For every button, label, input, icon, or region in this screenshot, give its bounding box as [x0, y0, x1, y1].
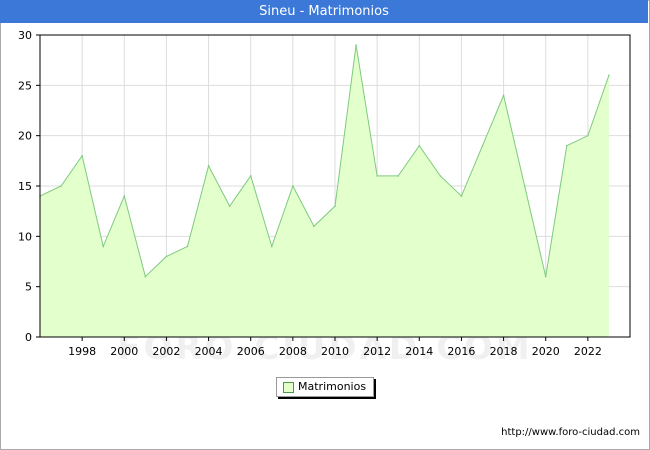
x-tick-label: 2000	[110, 345, 138, 358]
data-point	[481, 144, 484, 147]
data-point	[523, 185, 526, 187]
y-tick-label: 5	[25, 281, 32, 294]
data-point	[460, 195, 463, 197]
x-tick-label: 2018	[490, 345, 518, 358]
legend-swatch	[283, 382, 294, 393]
source-url: http://www.foro-ciudad.com	[501, 427, 640, 438]
x-tick-label: 2010	[321, 345, 349, 358]
data-point	[376, 175, 378, 177]
x-tick-label: 2022	[574, 345, 602, 358]
data-point	[249, 175, 252, 177]
y-tick-label: 30	[18, 29, 32, 42]
data-point	[439, 175, 442, 177]
x-tick-label: 2012	[363, 345, 391, 358]
data-point	[165, 255, 168, 258]
y-tick-label: 25	[18, 79, 32, 92]
data-point	[587, 134, 589, 137]
data-point	[502, 94, 505, 97]
x-tick-label: 2004	[195, 345, 223, 358]
y-tick-label: 15	[18, 180, 32, 193]
data-point	[565, 144, 568, 147]
data-point	[313, 225, 315, 228]
y-tick-label: 20	[18, 130, 32, 143]
data-point	[418, 144, 421, 147]
x-tick-label: 2020	[532, 345, 560, 358]
x-tick-labels: 1998 2000 2002 2004 2006 2008 2010 2012 2014 2016…	[68, 345, 602, 358]
series-area-fill	[40, 45, 609, 338]
data-point	[397, 175, 400, 177]
data-point	[355, 44, 357, 46]
data-point	[207, 165, 210, 167]
data-point	[270, 245, 273, 248]
x-tick-label: 2008	[279, 345, 307, 358]
legend: Matrimonios	[276, 377, 374, 397]
data-point	[608, 74, 610, 77]
data-point	[228, 205, 231, 207]
data-point	[102, 245, 105, 248]
y-tick-label: 10	[18, 230, 32, 243]
data-point	[144, 275, 147, 278]
data-point	[81, 155, 83, 157]
x-tick-label: 2016	[447, 345, 475, 358]
legend-label: Matrimonios	[298, 380, 367, 393]
data-point	[186, 245, 189, 248]
x-tick-label: 2006	[237, 345, 265, 358]
x-tick-label: 2002	[152, 345, 180, 358]
y-tick-label: 0	[25, 331, 32, 344]
data-point	[334, 205, 336, 207]
data-point	[544, 275, 547, 278]
data-point	[60, 185, 62, 187]
x-tick-label: 1998	[68, 345, 96, 358]
data-point	[123, 195, 126, 197]
data-point	[292, 185, 294, 187]
x-tick-label: 2014	[405, 345, 433, 358]
y-tick-labels: 0 5 10 15 20 25 30	[18, 29, 32, 344]
